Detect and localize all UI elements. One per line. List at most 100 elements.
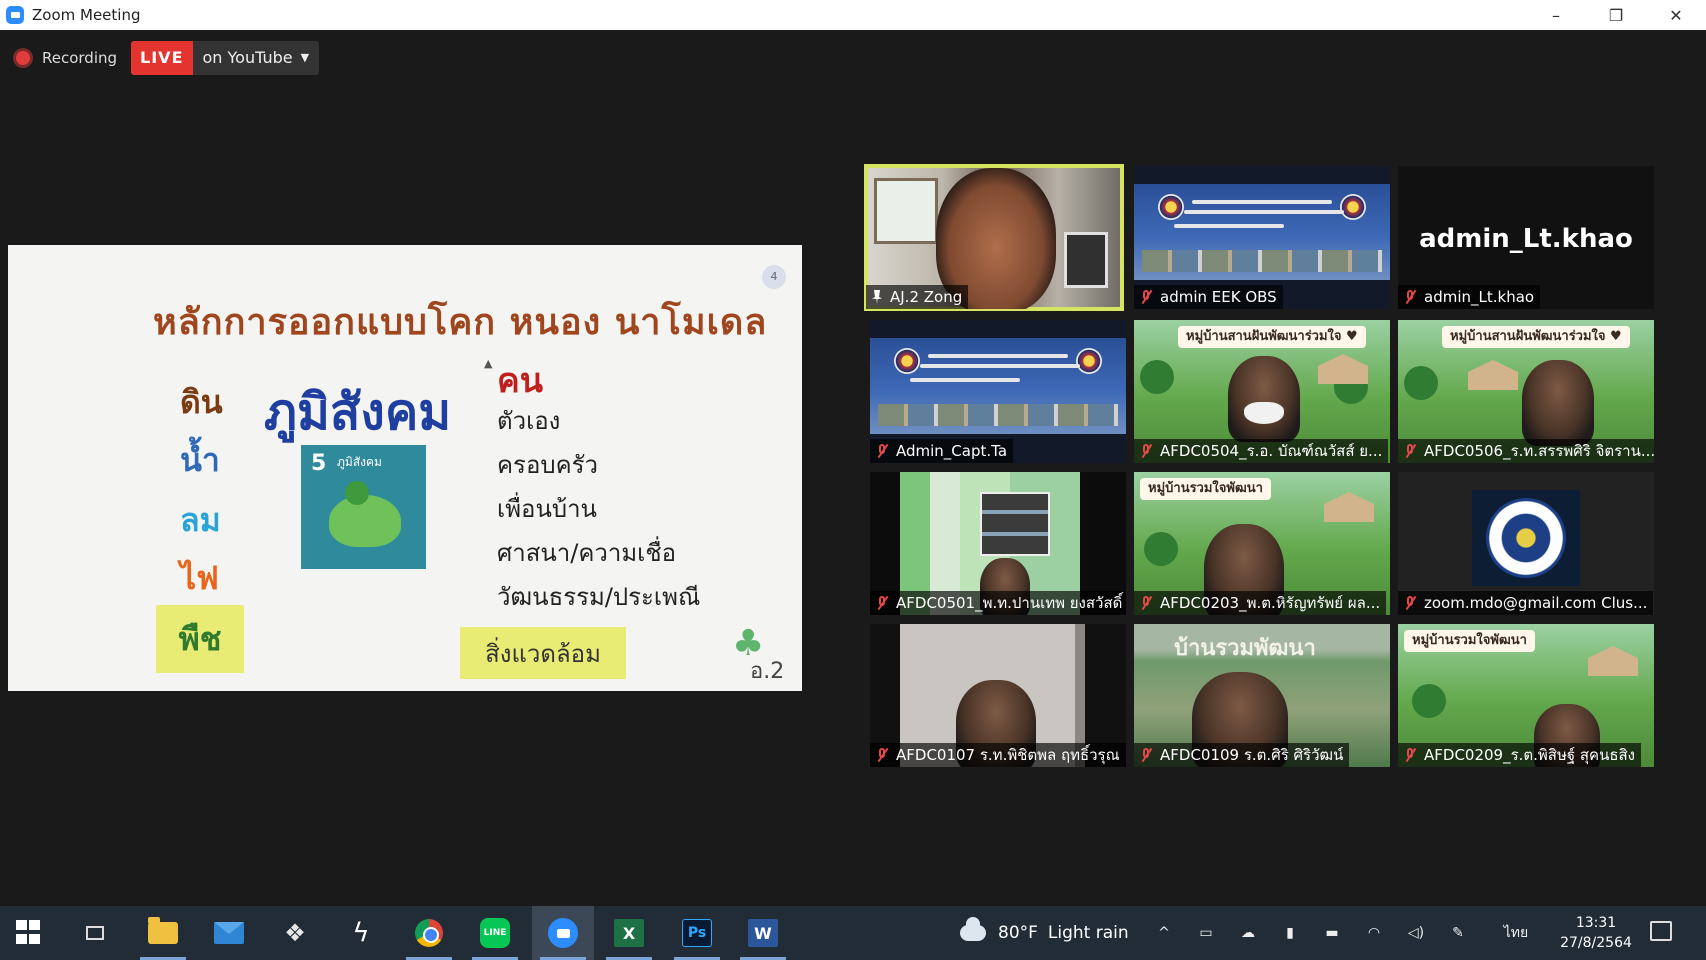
- window-background: [874, 178, 938, 244]
- island-illustration: [329, 481, 401, 547]
- mic-muted-icon: [1404, 748, 1416, 762]
- banner-text-line: [1174, 224, 1284, 228]
- taskbar-dropbox[interactable]: ❖: [264, 906, 326, 960]
- tree-illustration: [1140, 360, 1174, 394]
- mic-muted-icon: [876, 596, 888, 610]
- participant-name-bar: Admin_Capt.Ta: [870, 439, 1014, 463]
- live-destination-dropdown[interactable]: on YouTube ▼: [192, 41, 320, 75]
- minimize-button[interactable]: –: [1526, 0, 1586, 30]
- taskbar-zoom[interactable]: [532, 906, 594, 960]
- battery-icon[interactable]: ▬: [1312, 906, 1352, 960]
- participant-name-bar: AFDC0107 ร.ท.พิชิตพล ฤทธิ์วรุณ: [870, 743, 1126, 767]
- participant-tile[interactable]: หมู่บ้านสานฝันพัฒนาร่วมใจ ♥ AFDC0504_ร.อ…: [1134, 320, 1390, 463]
- excel-icon: X: [614, 919, 644, 947]
- weather-condition: Light rain: [1047, 923, 1129, 943]
- tree-illustration: [1404, 366, 1438, 400]
- mic-muted-icon: [1404, 596, 1416, 610]
- participant-tile[interactable]: zoom.mdo@gmail.com Clus...: [1398, 472, 1654, 615]
- show-hidden-icons-button[interactable]: ^: [1144, 906, 1184, 960]
- participant-name: admin_Lt.khao: [1424, 288, 1535, 306]
- participant-tile[interactable]: AFDC0107 ร.ท.พิชิตพล ฤทธิ์วรุณ: [870, 624, 1126, 767]
- clock-time: 13:31: [1575, 915, 1617, 931]
- participant-tile[interactable]: AJ.2 Zong: [864, 164, 1124, 311]
- recording-label[interactable]: Recording: [42, 49, 117, 67]
- shared-screen-slide: หลักการออกแบบโคก หนอง นาโมเดล 4 ▲ ดิน น้…: [8, 245, 802, 691]
- thumbnail-caption: ภูมิสังคม: [337, 455, 382, 469]
- volume-icon[interactable]: ◁): [1396, 906, 1436, 960]
- onedrive-icon[interactable]: ☁: [1228, 906, 1268, 960]
- taskbar-file-explorer[interactable]: [132, 906, 194, 960]
- house-illustration: [1468, 360, 1518, 390]
- caret-down-icon: ▼: [300, 51, 310, 64]
- start-button[interactable]: [0, 906, 62, 960]
- taskbar-chrome[interactable]: [398, 906, 460, 960]
- participant-tile[interactable]: หมู่บ้านรวมใจพัฒนา AFDC0203_พ.ต.หิรัญทรั…: [1134, 472, 1390, 615]
- line-icon: LINE: [480, 918, 510, 948]
- taskbar-excel[interactable]: X: [598, 906, 660, 960]
- participant-name: AFDC0209_ร.ต.พิสิษฐ์ สุคนธสิง: [1424, 746, 1635, 764]
- weather-widget[interactable]: 80°F Light rain: [960, 906, 1129, 960]
- clock-date: 27/8/2564: [1560, 935, 1632, 951]
- people-heading: คน: [497, 361, 543, 401]
- participant-name-bar: AFDC0109 ร.ต.ศิริ ศิริวัฒน์: [1134, 743, 1350, 767]
- zoom-icon: [548, 918, 578, 948]
- slide-title: หลักการออกแบบโคก หนอง นาโมเดล: [153, 302, 768, 343]
- participant-tile[interactable]: หมู่บ้านรวมใจพัฒนา AFDC0209_ร.ต.พิสิษฐ์ …: [1398, 624, 1654, 767]
- banner-text-line: [1184, 210, 1344, 214]
- seal-icon: [1158, 194, 1184, 220]
- banner-photos: [1142, 250, 1382, 272]
- live-destination-label: on YouTube: [202, 48, 293, 67]
- system-clock[interactable]: 13:31 27/8/2564: [1560, 913, 1632, 953]
- participant-tile[interactable]: admin_Lt.khao admin_Lt.khao: [1398, 166, 1654, 309]
- participant-name-bar: zoom.mdo@gmail.com Clus...: [1398, 591, 1654, 615]
- element-wind: ลม: [180, 501, 221, 539]
- participant-tile[interactable]: admin EEK OBS: [1134, 166, 1390, 309]
- notification-center-icon[interactable]: [1650, 921, 1672, 941]
- thumbnail-number: 5: [311, 451, 327, 476]
- task-view-button[interactable]: [64, 906, 126, 960]
- microphone-icon[interactable]: ▮: [1270, 906, 1310, 960]
- windows-taskbar: ❖ ϟ LINE X Ps W 80°F Light rain ^ ▭ ☁ ▮ …: [0, 906, 1706, 960]
- mic-muted-icon: [876, 444, 888, 458]
- recording-icon[interactable]: [16, 51, 30, 65]
- input-language[interactable]: ไทย: [1496, 906, 1536, 960]
- participant-tile[interactable]: Admin_Capt.Ta: [870, 320, 1126, 463]
- element-fire: ไฟ: [180, 559, 219, 597]
- taskbar-line[interactable]: LINE: [464, 906, 526, 960]
- mic-muted-icon: [1140, 596, 1152, 610]
- taskbar-mail[interactable]: [198, 906, 260, 960]
- meet-now-icon[interactable]: ▭: [1186, 906, 1226, 960]
- background-sign: หมู่บ้านรวมใจพัฒนา: [1140, 478, 1271, 500]
- close-button[interactable]: ✕: [1646, 0, 1706, 30]
- background-sign: หมู่บ้านรวมใจพัฒนา: [1404, 630, 1535, 652]
- rain-cloud-icon: [960, 917, 986, 941]
- mail-icon: [214, 922, 244, 944]
- bolt-icon: ϟ: [352, 918, 370, 948]
- environment-box: สิ่งแวดล้อม: [460, 627, 626, 679]
- restore-button[interactable]: ❐: [1586, 0, 1646, 30]
- windows-logo-icon: [16, 920, 46, 946]
- mouse-cursor-icon: ▲: [484, 357, 493, 370]
- participant-tile[interactable]: AFDC0501_พ.ท.ปานเทพ ยงสวัสดิ์: [870, 472, 1126, 615]
- background-heading: บ้านรวมพัฒนา: [1174, 636, 1316, 661]
- banner-photos: [878, 404, 1118, 426]
- seal-icon: [1076, 348, 1102, 374]
- photoshop-icon: Ps: [682, 919, 712, 947]
- participant-tile[interactable]: หมู่บ้านสานฝันพัฒนาร่วมใจ ♥ AFDC0506_ร.ท…: [1398, 320, 1654, 463]
- pen-icon[interactable]: ✎: [1438, 906, 1478, 960]
- participant-name: AFDC0109 ร.ต.ศิริ ศิริวัฒน์: [1160, 746, 1344, 764]
- banner-text-line: [920, 364, 1080, 368]
- event-banner-image: [870, 338, 1126, 434]
- taskbar-photoshop[interactable]: Ps: [666, 906, 728, 960]
- people-item: ศาสนา/ความเชื่อ: [497, 539, 677, 567]
- task-view-icon: [86, 926, 104, 940]
- participant-tile[interactable]: บ้านรวมพัฒนา AFDC0109 ร.ต.ศิริ ศิริวัฒน์: [1134, 624, 1390, 767]
- environment-label: สิ่งแวดล้อม: [485, 639, 601, 668]
- people-item: ครอบครัว: [497, 451, 599, 479]
- taskbar-word[interactable]: W: [732, 906, 794, 960]
- participant-name-bar: admin_Lt.khao: [1398, 285, 1541, 309]
- mic-muted-icon: [1140, 748, 1152, 762]
- wifi-icon[interactable]: ◠: [1354, 906, 1394, 960]
- people-item: เพื่อนบ้าน: [497, 495, 597, 523]
- taskbar-bolt-app[interactable]: ϟ: [330, 906, 392, 960]
